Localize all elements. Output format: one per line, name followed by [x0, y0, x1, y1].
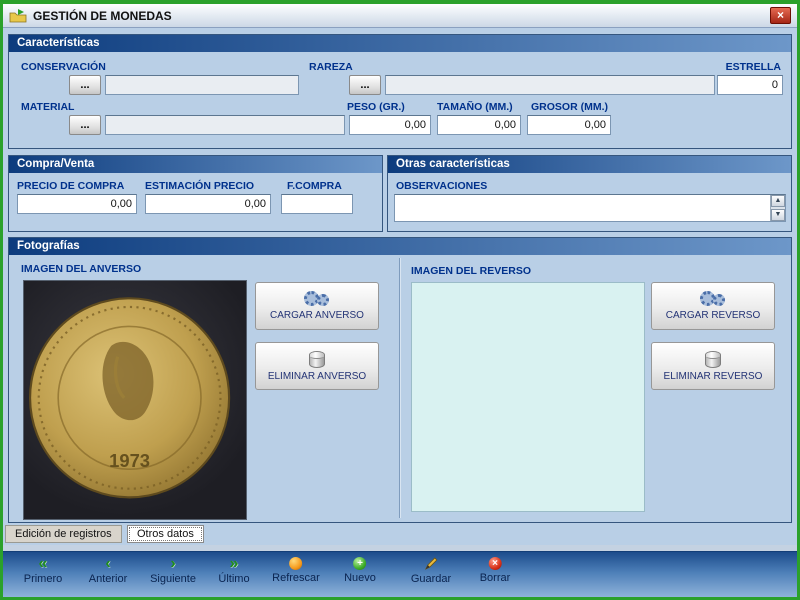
nuevo-button[interactable]: + Nuevo — [344, 557, 376, 584]
trash-cylinder-icon — [309, 350, 325, 368]
grosor-label: GROSOR (MM.) — [531, 101, 608, 113]
coin-year-text: 1973 — [109, 450, 150, 471]
anterior-button[interactable]: ‹ Anterior — [88, 555, 128, 586]
nuevo-label: Nuevo — [344, 572, 376, 584]
conservacion-picker-button[interactable]: ... — [69, 75, 101, 95]
fcompra-label: F.COMPRA — [287, 180, 342, 192]
guardar-button[interactable]: Guardar — [411, 557, 451, 585]
primero-label: Primero — [23, 573, 63, 585]
rareza-field[interactable] — [385, 75, 715, 95]
caracteristicas-header: Características — [9, 35, 791, 52]
save-pencil-icon — [425, 557, 438, 570]
compra-venta-section: Compra/Venta PRECIO DE COMPRA ESTIMACIÓN… — [8, 155, 383, 232]
estrella-field[interactable] — [717, 75, 783, 95]
siguiente-label: Siguiente — [150, 573, 196, 585]
conservacion-label: CONSERVACIÓN — [21, 61, 106, 73]
compra-venta-header: Compra/Venta — [9, 156, 382, 173]
precio-compra-label: PRECIO DE COMPRA — [17, 180, 125, 192]
navigation-toolbar: « Primero ‹ Anterior › Siguiente » Últim… — [3, 551, 797, 597]
coin-photo-anverso: 1973 — [23, 280, 247, 520]
delete-x-icon: × — [488, 557, 502, 570]
estimacion-precio-label: ESTIMACIÓN PRECIO — [145, 180, 255, 192]
eliminar-anverso-button[interactable]: ELIMINAR ANVERSO — [255, 342, 379, 390]
trash-cylinder-icon — [705, 350, 721, 368]
borrar-label: Borrar — [479, 572, 511, 584]
observaciones-wrap: ▲ ▼ — [394, 194, 786, 222]
ultimo-label: Último — [218, 573, 250, 585]
grosor-field[interactable] — [527, 115, 611, 135]
peso-label: PESO (GR.) — [347, 101, 405, 113]
cargar-anverso-button[interactable]: CARGAR ANVERSO — [255, 282, 379, 330]
bottom-tab-bar: Edición de registros Otros datos — [5, 525, 797, 545]
new-plus-icon: + — [353, 557, 367, 570]
otras-caracteristicas-header: Otras características — [388, 156, 791, 173]
prev-arrow-icon: ‹ — [105, 555, 111, 572]
photo-divider — [399, 258, 400, 518]
fotografias-section: Fotografías IMAGEN DEL ANVERSO 1973 CARG… — [8, 237, 792, 523]
rareza-label: RAREZA — [309, 61, 353, 73]
rareza-picker-button[interactable]: ... — [349, 75, 381, 95]
estrella-label: ESTRELLA — [725, 61, 781, 73]
guardar-label: Guardar — [410, 573, 452, 585]
title-bar: GESTIÓN DE MONEDAS × — [3, 4, 797, 28]
app-window: GESTIÓN DE MONEDAS × Características CON… — [0, 0, 800, 600]
tab-edicion-de-registros[interactable]: Edición de registros — [5, 525, 122, 543]
tamano-field[interactable] — [437, 115, 521, 135]
next-arrow-icon: › — [170, 555, 176, 572]
observaciones-field[interactable] — [395, 195, 770, 221]
refrescar-label: Refrescar — [272, 572, 320, 584]
tamano-label: TAMAÑO (MM.) — [437, 101, 513, 113]
gears-icon — [699, 291, 727, 307]
fcompra-field[interactable] — [281, 194, 353, 214]
estimacion-precio-field[interactable] — [145, 194, 271, 214]
conservacion-field[interactable] — [105, 75, 299, 95]
app-folder-icon — [9, 9, 27, 23]
tab-otros-datos[interactable]: Otros datos — [127, 525, 204, 543]
cargar-reverso-label: CARGAR REVERSO — [665, 310, 761, 321]
observaciones-scrollbar[interactable]: ▲ ▼ — [770, 195, 785, 221]
primero-button[interactable]: « Primero — [23, 555, 63, 586]
anterior-label: Anterior — [88, 573, 128, 585]
window-title: GESTIÓN DE MONEDAS — [33, 8, 172, 23]
refrescar-button[interactable]: Refrescar — [272, 557, 320, 584]
fotografias-header: Fotografías — [9, 238, 791, 255]
refresh-ball-icon — [289, 557, 303, 570]
material-label: MATERIAL — [21, 101, 75, 113]
reverso-label: IMAGEN DEL REVERSO — [411, 265, 531, 277]
precio-compra-field[interactable] — [17, 194, 137, 214]
first-arrows-icon: « — [38, 555, 48, 572]
peso-field[interactable] — [349, 115, 431, 135]
coin-image: 1973 — [28, 297, 231, 499]
anverso-label: IMAGEN DEL ANVERSO — [21, 263, 142, 275]
material-picker-button[interactable]: ... — [69, 115, 101, 135]
material-field[interactable] — [105, 115, 345, 135]
cargar-anverso-label: CARGAR ANVERSO — [270, 310, 364, 321]
gears-icon — [303, 291, 331, 307]
eliminar-reverso-button[interactable]: ELIMINAR REVERSO — [651, 342, 775, 390]
close-icon[interactable]: × — [770, 7, 791, 24]
cargar-reverso-button[interactable]: CARGAR REVERSO — [651, 282, 775, 330]
observaciones-label: OBSERVACIONES — [396, 180, 488, 192]
scroll-down-icon[interactable]: ▼ — [771, 209, 785, 221]
siguiente-button[interactable]: › Siguiente — [150, 555, 196, 586]
caracteristicas-section: Características CONSERVACIÓN RAREZA ESTR… — [8, 34, 792, 149]
last-arrows-icon: » — [229, 555, 239, 572]
otras-caracteristicas-section: Otras características OBSERVACIONES ▲ ▼ — [387, 155, 792, 232]
eliminar-anverso-label: ELIMINAR ANVERSO — [267, 370, 367, 382]
eliminar-reverso-label: ELIMINAR REVERSO — [663, 370, 763, 382]
borrar-button[interactable]: × Borrar — [479, 557, 511, 584]
scroll-up-icon[interactable]: ▲ — [771, 195, 785, 207]
reverso-image-placeholder — [411, 282, 645, 512]
ultimo-button[interactable]: » Último — [218, 555, 250, 586]
